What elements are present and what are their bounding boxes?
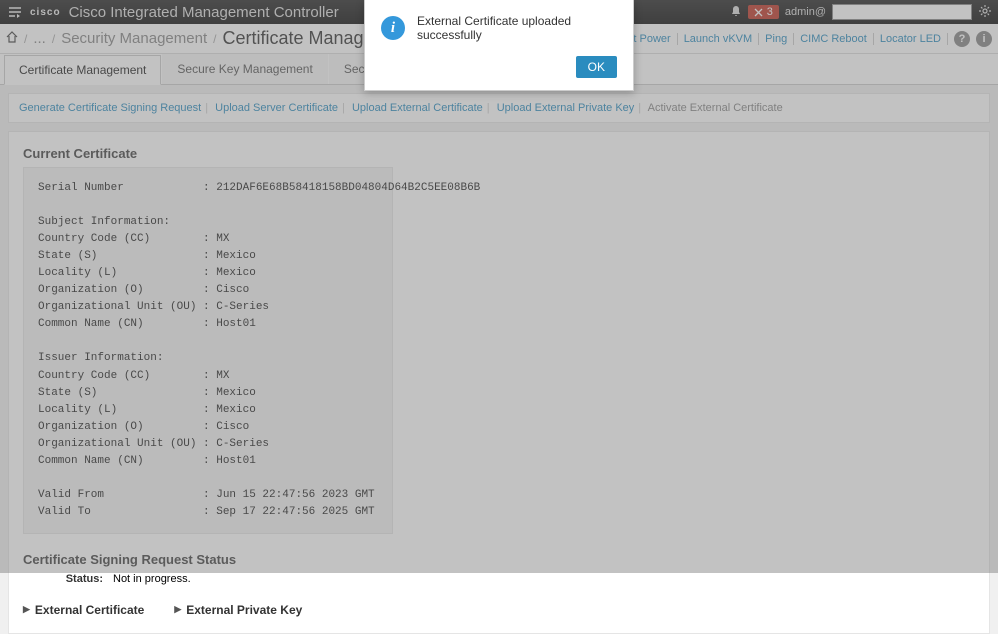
expanders: ▶ External Certificate ▶ External Privat… [23,599,975,627]
external-key-expander[interactable]: ▶ External Private Key [174,603,302,617]
csr-status-row: Status: Not in progress. [23,573,975,585]
upload-success-modal: i External Certificate uploaded successf… [364,0,634,91]
csr-status-label: Status: [23,573,103,585]
modal-info-icon: i [381,16,405,40]
chevron-right-icon: ▶ [174,604,181,615]
external-key-label: External Private Key [186,603,302,617]
modal-message: External Certificate uploaded successful… [417,14,617,42]
external-cert-label: External Certificate [35,603,144,617]
csr-status-value: Not in progress. [113,573,191,585]
external-cert-expander[interactable]: ▶ External Certificate [23,603,144,617]
modal-ok-button[interactable]: OK [576,56,617,78]
modal-overlay: i External Certificate uploaded successf… [0,0,998,573]
chevron-right-icon: ▶ [23,604,30,615]
